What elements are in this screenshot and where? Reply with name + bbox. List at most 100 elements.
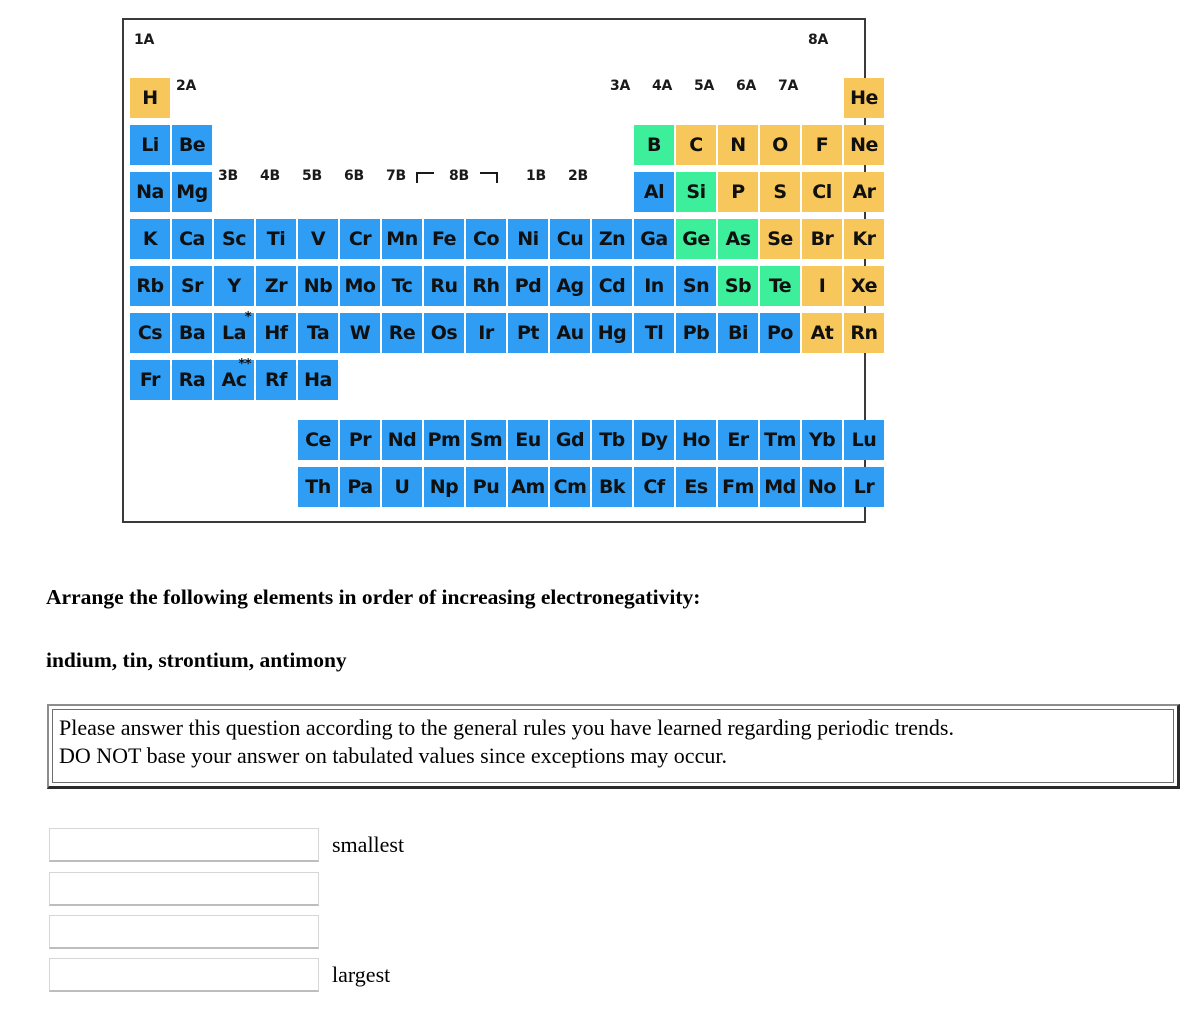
periodic-table-row: Cs Ba La * Hf Ta W Re Os Ir Pt Au Hg Tl Pb Bi Po At Rn	[130, 311, 886, 353]
periodic-table-image: H He Li Be B C N O F Ne Na Mg Al Si P S Cl Ar K Ca Sc Ti V Cr Mn…	[122, 18, 884, 523]
element-cell-sb: Sb	[718, 266, 758, 306]
element-cell-ta: Ta	[298, 313, 338, 353]
element-cell-v: V	[298, 219, 338, 259]
element-cell-he: He	[844, 78, 884, 118]
periodic-table-spacer	[340, 125, 380, 165]
element-cell-in: In	[634, 266, 674, 306]
periodic-table-spacer	[256, 78, 296, 118]
periodic-table-spacer	[592, 172, 632, 212]
element-cell-lu: Lu	[844, 420, 884, 460]
answer-label-largest: largest	[332, 962, 391, 987]
element-cell-sc: Sc	[214, 219, 254, 259]
element-cell-lr: Lr	[844, 467, 884, 507]
group-label-4a: 4A	[652, 78, 672, 94]
periodic-table-row: Rb Sr Y Zr Nb Mo Tc Ru Rh Pd Ag Cd In Sn Sb Te I Xe	[130, 264, 886, 306]
element-cell-er: Er	[718, 420, 758, 460]
element-cell-mo: Mo	[340, 266, 380, 306]
element-cell-at: At	[802, 313, 842, 353]
group-label-5a: 5A	[694, 78, 714, 94]
periodic-table-spacer	[592, 125, 632, 165]
periodic-table-row: Ce Pr Nd Pm Sm Eu Gd Tb Dy Ho Er Tm Yb Lu	[298, 418, 886, 460]
element-cell-no: No	[802, 467, 842, 507]
periodic-table-spacer	[382, 78, 422, 118]
element-cell-ir: Ir	[466, 313, 506, 353]
element-cell-ti: Ti	[256, 219, 296, 259]
instruction-note-box: Please answer this question according to…	[47, 704, 1180, 789]
periodic-table-row: Th Pa U Np Pu Am Cm Bk Cf Es Fm Md No Lr	[298, 465, 886, 507]
element-cell-tc: Tc	[382, 266, 422, 306]
element-cell-th: Th	[298, 467, 338, 507]
element-cell-kr: Kr	[844, 219, 884, 259]
group-label-3a: 3A	[610, 78, 630, 94]
element-cell-ca: Ca	[172, 219, 212, 259]
element-cell-nb: Nb	[298, 266, 338, 306]
periodic-table-grid: H He Li Be B C N O F Ne Na Mg Al Si P S Cl Ar K Ca Sc Ti V Cr Mn…	[124, 20, 884, 521]
periodic-table-spacer	[382, 125, 422, 165]
element-cell-al: Al	[634, 172, 674, 212]
element-cell-sm: Sm	[466, 420, 506, 460]
element-cell-cl: Cl	[802, 172, 842, 212]
element-cell-dy: Dy	[634, 420, 674, 460]
periodic-table-row: Fr Ra Ac ** Rf Ha	[130, 358, 340, 400]
periodic-table-spacer	[550, 125, 590, 165]
group-label-8a: 8A	[808, 32, 828, 48]
element-cell-o: O	[760, 125, 800, 165]
group-label-7a: 7A	[778, 78, 798, 94]
group-label-2a: 2A	[176, 78, 196, 94]
element-cell-os: Os	[424, 313, 464, 353]
element-cell-ho: Ho	[676, 420, 716, 460]
periodic-table-spacer	[256, 125, 296, 165]
periodic-table-spacer	[550, 78, 590, 118]
element-cell-se: Se	[760, 219, 800, 259]
element-cell-hf: Hf	[256, 313, 296, 353]
element-cell-eu: Eu	[508, 420, 548, 460]
element-cell-ra: Ra	[172, 360, 212, 400]
element-cell-ne: Ne	[844, 125, 884, 165]
element-cell-mn: Mn	[382, 219, 422, 259]
answer-input-1[interactable]	[49, 828, 319, 862]
group-label-8b: 8B	[449, 168, 469, 184]
element-cell-hg: Hg	[592, 313, 632, 353]
element-cell-br: Br	[802, 219, 842, 259]
element-cell-bi: Bi	[718, 313, 758, 353]
instruction-line-2: DO NOT base your answer on tabulated val…	[59, 743, 727, 768]
periodic-table-spacer	[466, 78, 506, 118]
element-cell-i: I	[802, 266, 842, 306]
answer-input-3[interactable]	[49, 915, 319, 949]
element-footnote-marker: *	[244, 310, 252, 325]
periodic-table-spacer	[214, 125, 254, 165]
element-cell-pd: Pd	[508, 266, 548, 306]
element-cell-re: Re	[382, 313, 422, 353]
element-cell-cr: Cr	[340, 219, 380, 259]
element-cell-cm: Cm	[550, 467, 590, 507]
answer-label-smallest: smallest	[332, 832, 405, 857]
element-cell-cu: Cu	[550, 219, 590, 259]
element-cell-zr: Zr	[256, 266, 296, 306]
periodic-table-spacer	[340, 78, 380, 118]
element-cell-pr: Pr	[340, 420, 380, 460]
group-label-3b: 3B	[218, 168, 238, 184]
element-cell-pt: Pt	[508, 313, 548, 353]
element-cell-rh: Rh	[466, 266, 506, 306]
element-cell-ac: Ac **	[214, 358, 254, 400]
element-cell-y: Y	[214, 266, 254, 306]
element-cell-cd: Cd	[592, 266, 632, 306]
element-cell-rb: Rb	[130, 266, 170, 306]
element-cell-h: H	[130, 78, 170, 118]
element-cell-pa: Pa	[340, 467, 380, 507]
periodic-table-spacer	[802, 78, 842, 118]
element-cell-mg: Mg	[172, 172, 212, 212]
group-label-7b: 7B	[386, 168, 406, 184]
element-cell-li: Li	[130, 125, 170, 165]
element-cell-ce: Ce	[298, 420, 338, 460]
element-cell-ni: Ni	[508, 219, 548, 259]
answer-input-2[interactable]	[49, 872, 319, 906]
element-cell-gd: Gd	[550, 420, 590, 460]
element-cell-np: Np	[424, 467, 464, 507]
element-cell-pb: Pb	[676, 313, 716, 353]
element-cell-b: B	[634, 125, 674, 165]
periodic-table-spacer	[298, 125, 338, 165]
periodic-table-spacer	[508, 125, 548, 165]
answer-input-4[interactable]	[49, 958, 319, 992]
periodic-table-spacer	[298, 78, 338, 118]
